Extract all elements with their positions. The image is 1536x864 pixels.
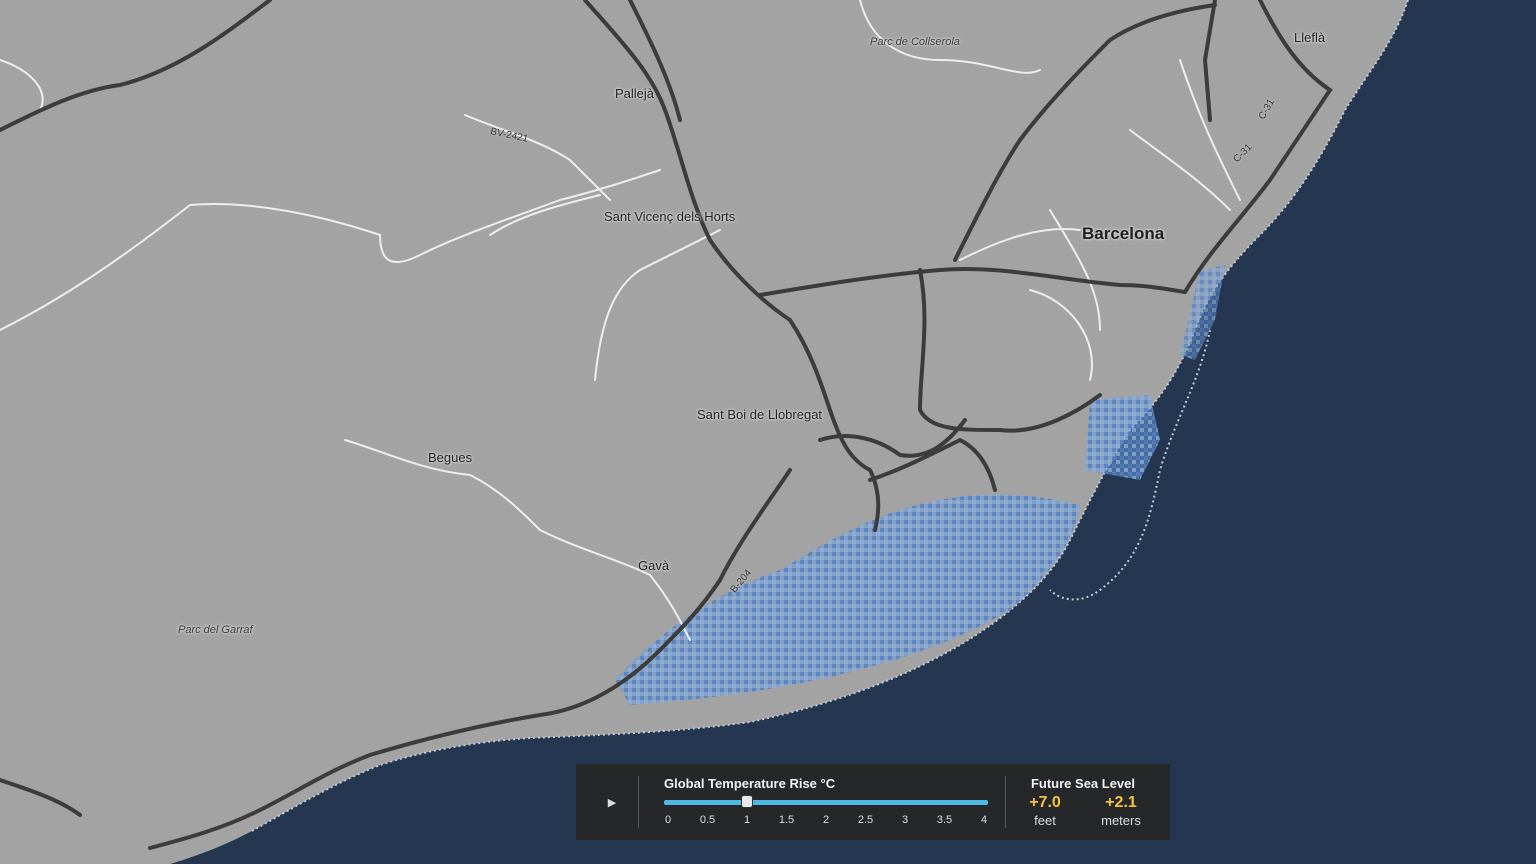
sea-level-title: Future Sea Level	[1030, 776, 1136, 791]
place-sant-boi: Sant Boi de Llobregat	[697, 407, 823, 422]
panel-divider-left	[638, 776, 639, 828]
tick-label: 3.5	[936, 814, 953, 826]
place-gava: Gavà	[638, 558, 670, 573]
sea-level-control-panel: ▶ Global Temperature Rise °C 0 0.5 1 1.5 2 2.…	[576, 764, 1170, 840]
sea-level-meters-unit: meters	[1101, 813, 1141, 828]
place-sant-vicenc: Sant Vicenç dels Horts	[604, 209, 736, 224]
map-canvas[interactable]	[0, 0, 1536, 864]
sea-level-meters-value: +2.1	[1105, 794, 1137, 811]
panel-divider-right	[1005, 776, 1006, 828]
play-button[interactable]: ▶	[590, 782, 634, 822]
play-icon: ▶	[607, 795, 617, 809]
tick-label: 0	[664, 814, 672, 826]
tick-label: 2	[822, 814, 830, 826]
tick-label: 1	[743, 814, 751, 826]
tick-label: 0.5	[699, 814, 716, 826]
tick-label: 2.5	[857, 814, 874, 826]
temperature-slider-title: Global Temperature Rise °C	[664, 776, 836, 791]
place-begues: Begues	[428, 450, 473, 465]
tick-label: 1.5	[778, 814, 795, 826]
park-garraf: Parc del Garraf	[178, 624, 253, 636]
temperature-slider-thumb[interactable]	[741, 795, 753, 808]
park-collserola: Parc de Collserola	[870, 36, 960, 48]
place-llefla: Lleflà	[1294, 30, 1326, 45]
sea-level-feet-unit: feet	[1034, 813, 1056, 828]
sea-level-feet-value: +7.0	[1029, 794, 1061, 811]
tick-label: 3	[901, 814, 909, 826]
tick-label: 4	[980, 814, 988, 826]
place-barcelona: Barcelona	[1082, 224, 1165, 243]
temperature-slider-track[interactable]	[664, 800, 988, 805]
place-palleja: Pallejà	[615, 86, 655, 101]
